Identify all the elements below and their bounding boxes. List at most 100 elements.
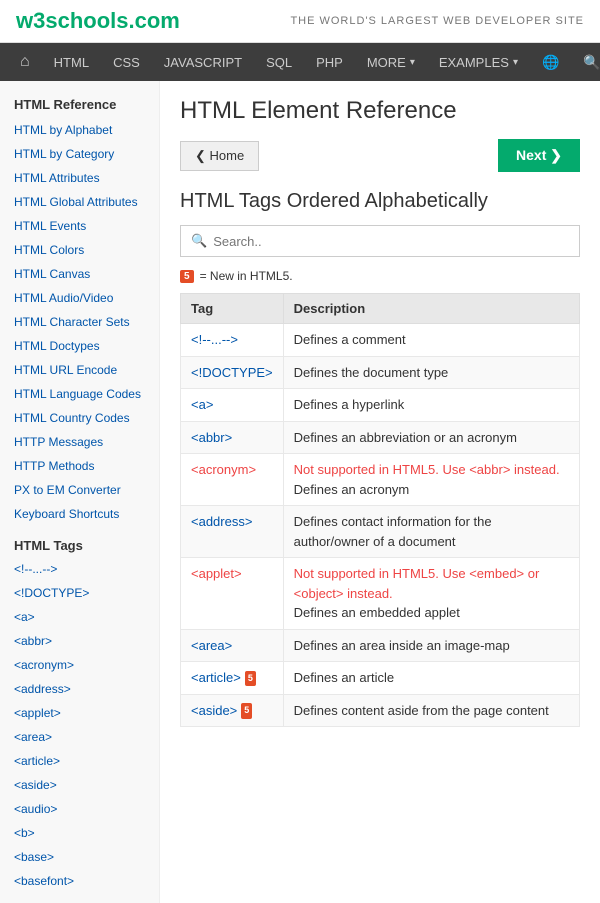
table-cell-tag: <aside> 5 [181,694,284,727]
sidebar-tag-article[interactable]: <article> [0,749,159,773]
html5-new-icon: 5 [245,671,256,687]
nav-home[interactable]: ⌂ [8,43,42,81]
sidebar: HTML Reference HTML by Alphabet HTML by … [0,81,160,903]
search-input[interactable] [213,234,569,249]
sidebar-tag-acronym[interactable]: <acronym> [0,653,159,677]
col-tag: Tag [181,294,284,324]
sidebar-link-html-audio-video[interactable]: HTML Audio/Video [0,286,159,310]
sidebar-tag-basefont[interactable]: <basefont> [0,869,159,893]
sidebar-tag-applet[interactable]: <applet> [0,701,159,725]
tag-link[interactable]: <a> [191,397,213,412]
sidebar-link-html-url-encode[interactable]: HTML URL Encode [0,358,159,382]
table-cell-tag: <!--...--> [181,324,284,357]
sidebar-link-html-character-sets[interactable]: HTML Character Sets [0,310,159,334]
sidebar-link-html-colors[interactable]: HTML Colors [0,238,159,262]
tag-link[interactable]: <!DOCTYPE> [191,365,273,380]
next-button[interactable]: Next ❯ [498,139,580,172]
nav-examples[interactable]: EXAMPLES ▾ [427,45,530,80]
normal-description: Defines an acronym [294,482,410,497]
table-cell-description: Defines a hyperlink [283,389,579,422]
table-row: <a> Defines a hyperlink [181,389,580,422]
sidebar-tag-a[interactable]: <a> [0,605,159,629]
sidebar-link-html-alphabet[interactable]: HTML by Alphabet [0,118,159,142]
logo-w3: w3schools [16,8,128,33]
sidebar-link-html-attributes[interactable]: HTML Attributes [0,166,159,190]
tag-link[interactable]: <area> [191,638,232,653]
table-cell-description: Not supported in HTML5. Use <abbr> inste… [283,454,579,506]
nav-search-icon[interactable]: 🔍 [571,44,600,81]
sidebar-link-html-doctypes[interactable]: HTML Doctypes [0,334,159,358]
table-cell-description: Defines content aside from the page cont… [283,694,579,727]
sidebar-link-px-em[interactable]: PX to EM Converter [0,478,159,502]
table-cell-tag: <a> [181,389,284,422]
deprecated-note: Not supported in HTML5. Use <embed> or <… [294,566,540,601]
tag-link[interactable]: <article> [191,670,241,685]
examples-arrow-icon: ▾ [513,57,518,68]
sidebar-link-html-category[interactable]: HTML by Category [0,142,159,166]
nav-buttons: ❮ Home Next ❯ [180,139,580,172]
table-cell-tag: <area> [181,629,284,662]
nav-html[interactable]: HTML [42,45,101,80]
normal-description: Defines an embedded applet [294,605,460,620]
nav-bar: ⌂ HTML CSS JAVASCRIPT SQL PHP MORE ▾ EXA… [0,43,600,81]
sidebar-tag-audio[interactable]: <audio> [0,797,159,821]
table-row: <article> 5 Defines an article [181,662,580,695]
sidebar-tag-abbr[interactable]: <abbr> [0,629,159,653]
table-cell-description: Defines an article [283,662,579,695]
nav-sql[interactable]: SQL [254,45,304,80]
nav-globe-icon[interactable]: 🌐 [530,44,571,81]
tag-link[interactable]: <applet> [191,566,242,581]
sidebar-link-html-global-attributes[interactable]: HTML Global Attributes [0,190,159,214]
legend-text: = New in HTML5. [200,269,293,283]
logo-tld: .com [128,8,179,33]
table-row: <area>Defines an area inside an image-ma… [181,629,580,662]
home-button[interactable]: ❮ Home [180,141,259,171]
sidebar-tag-aside[interactable]: <aside> [0,773,159,797]
nav-javascript[interactable]: JAVASCRIPT [152,45,254,80]
sidebar-link-http-messages[interactable]: HTTP Messages [0,430,159,454]
table-row: <address> Defines contact information for… [181,506,580,558]
sidebar-tag-b[interactable]: <b> [0,821,159,845]
sidebar-link-html-language-codes[interactable]: HTML Language Codes [0,382,159,406]
sidebar-link-html-country-codes[interactable]: HTML Country Codes [0,406,159,430]
nav-php[interactable]: PHP [304,45,355,80]
table-cell-tag: <article> 5 [181,662,284,695]
tag-link[interactable]: <address> [191,514,252,529]
sidebar-link-keyboard-shortcuts[interactable]: Keyboard Shortcuts [0,502,159,526]
nav-more[interactable]: MORE ▾ [355,45,427,80]
nav-css[interactable]: CSS [101,45,152,80]
tag-link[interactable]: <!--...--> [191,332,238,347]
search-icon: 🔍 [191,233,207,249]
table-row: <applet> Not supported in HTML5. Use <emb… [181,558,580,630]
search-box[interactable]: 🔍 [180,225,580,257]
page-title: HTML Element Reference [180,97,580,125]
html5-badge: 5 [180,270,194,283]
table-cell-description: Not supported in HTML5. Use <embed> or <… [283,558,579,630]
sidebar-section1-title: HTML Reference [0,91,159,118]
table-cell-tag: <applet> [181,558,284,630]
table-cell-tag: <acronym> [181,454,284,506]
main-content: HTML Element Reference ❮ Home Next ❯ HTM… [160,81,600,903]
tagline: THE WORLD'S LARGEST WEB DEVELOPER SITE [290,15,584,27]
top-bar: w3schools.com THE WORLD'S LARGEST WEB DE… [0,0,600,43]
sidebar-tag-base[interactable]: <base> [0,845,159,869]
tag-link[interactable]: <aside> [191,703,237,718]
logo: w3schools.com [16,8,180,34]
sidebar-tag-comment[interactable]: <!--...--> [0,557,159,581]
html5-new-icon: 5 [241,703,252,719]
sidebar-tag-area[interactable]: <area> [0,725,159,749]
tag-link[interactable]: <acronym> [191,462,256,477]
sidebar-link-http-methods[interactable]: HTTP Methods [0,454,159,478]
sidebar-link-html-canvas[interactable]: HTML Canvas [0,262,159,286]
table-cell-description: Defines contact information for the auth… [283,506,579,558]
tag-link[interactable]: <abbr> [191,430,232,445]
table-row: <acronym> Not supported in HTML5. Use <ab… [181,454,580,506]
table-cell-tag: <!DOCTYPE> [181,356,284,389]
sidebar-tag-doctype[interactable]: <!DOCTYPE> [0,581,159,605]
sidebar-link-html-events[interactable]: HTML Events [0,214,159,238]
table-cell-description: Defines an abbreviation or an acronym [283,421,579,454]
legend: 5 = New in HTML5. [180,269,580,283]
table-cell-description: Defines the document type [283,356,579,389]
table-header-row: Tag Description [181,294,580,324]
sidebar-tag-address[interactable]: <address> [0,677,159,701]
